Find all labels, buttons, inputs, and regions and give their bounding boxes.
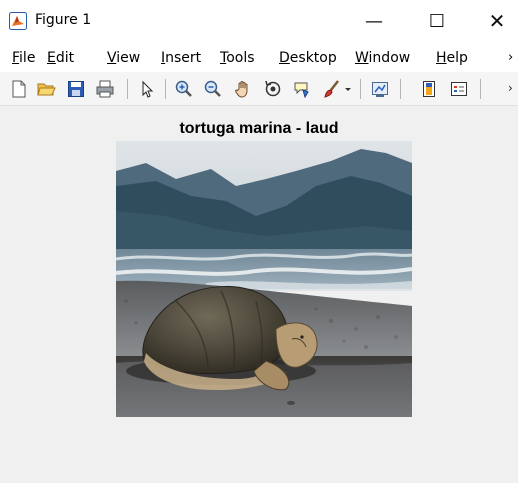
menu-bar: File Edit View Insert Tools Desktop Wind… bbox=[0, 42, 518, 72]
matlab-figure-icon bbox=[9, 12, 27, 30]
legend-icon[interactable] bbox=[449, 79, 469, 99]
menu-edit[interactable]: Edit bbox=[47, 50, 74, 66]
figure-canvas: tortuga marina - laud bbox=[0, 106, 518, 483]
menu-file[interactable]: File bbox=[12, 50, 35, 66]
rotate-3d-icon[interactable] bbox=[263, 79, 283, 99]
minimize-button[interactable]: — bbox=[354, 8, 394, 34]
colorbar-icon[interactable] bbox=[419, 79, 439, 99]
toolbar-separator bbox=[400, 79, 401, 99]
new-figure-icon[interactable] bbox=[9, 79, 29, 99]
window-title: Figure 1 bbox=[35, 12, 92, 28]
figure-toolbar: › bbox=[0, 72, 518, 106]
zoom-in-icon[interactable] bbox=[174, 79, 194, 99]
print-icon[interactable] bbox=[95, 79, 115, 99]
turtle-image bbox=[116, 141, 412, 417]
open-file-icon[interactable] bbox=[36, 79, 56, 99]
zoom-out-icon[interactable] bbox=[203, 79, 223, 99]
axes-title: tortuga marina - laud bbox=[179, 120, 339, 137]
link-plot-icon[interactable] bbox=[370, 79, 390, 99]
menu-window[interactable]: Window bbox=[355, 50, 410, 66]
toolbar-separator bbox=[127, 79, 128, 99]
title-bar: Figure 1 — ☐ ✕ bbox=[0, 0, 518, 42]
pan-hand-icon[interactable] bbox=[233, 79, 253, 99]
menu-desktop[interactable]: Desktop bbox=[279, 50, 337, 66]
menu-help[interactable]: Help bbox=[436, 50, 468, 66]
toolbar-overflow-chevron[interactable]: › bbox=[508, 81, 513, 95]
maximize-button[interactable]: ☐ bbox=[417, 8, 457, 34]
menu-overflow-chevron[interactable]: › bbox=[508, 50, 513, 65]
brush-icon[interactable] bbox=[322, 79, 342, 99]
close-button[interactable]: ✕ bbox=[477, 8, 517, 34]
menu-tools[interactable]: Tools bbox=[220, 50, 255, 66]
select-arrow-icon[interactable] bbox=[137, 79, 157, 99]
toolbar-separator bbox=[165, 79, 166, 99]
brush-dropdown-icon[interactable] bbox=[343, 79, 353, 99]
menu-view[interactable]: View bbox=[107, 50, 140, 66]
toolbar-separator bbox=[480, 79, 481, 99]
menu-insert[interactable]: Insert bbox=[161, 50, 201, 66]
data-cursor-icon[interactable] bbox=[292, 79, 312, 99]
toolbar-separator bbox=[360, 79, 361, 99]
save-icon[interactable] bbox=[66, 79, 86, 99]
